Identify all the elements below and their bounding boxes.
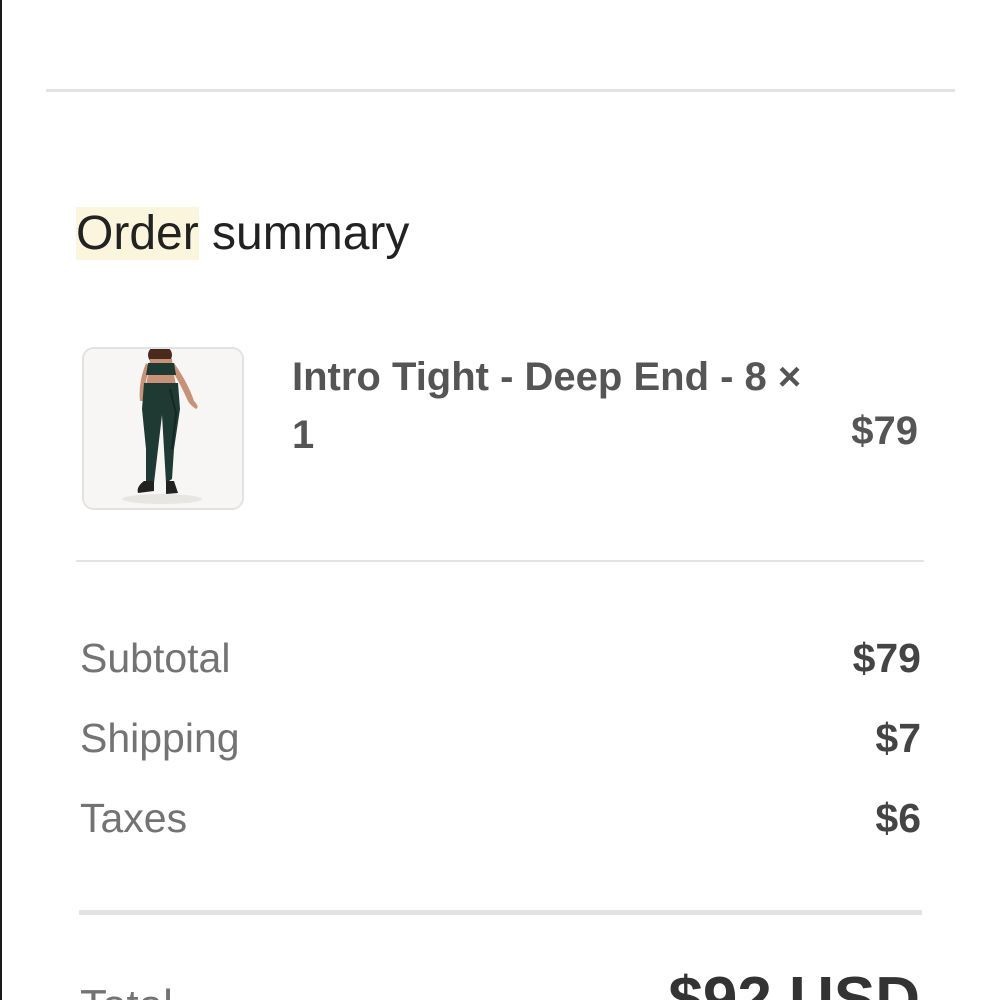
top-divider — [46, 89, 955, 92]
shipping-value: $7 — [875, 715, 921, 761]
window-edge — [0, 0, 2, 1000]
order-summary-heading-rest: summary — [198, 207, 410, 260]
checkout-page: Order summary Intro Tight - Deep End - 8… — [0, 0, 1000, 1000]
product-thumbnail — [82, 347, 244, 510]
subtotal-value: $79 — [852, 635, 921, 681]
product-name: Intro Tight - Deep End - 8 × 1 — [292, 355, 802, 457]
total-label: Total — [80, 976, 173, 1000]
product-price: $79 — [851, 409, 918, 453]
order-summary-heading-highlight: Order — [76, 207, 199, 260]
subtotal-row: Subtotal $79 — [80, 628, 921, 688]
shipping-label: Shipping — [80, 715, 240, 761]
subtotal-label: Subtotal — [80, 635, 231, 681]
order-summary-heading: Order summary — [76, 200, 409, 268]
taxes-row: Taxes $6 — [80, 788, 921, 848]
totals-divider — [79, 910, 922, 915]
item-divider — [76, 560, 924, 562]
taxes-value: $6 — [875, 795, 921, 841]
leggings-model-icon — [84, 349, 242, 508]
taxes-label: Taxes — [80, 795, 188, 841]
shipping-row: Shipping $7 — [80, 708, 921, 768]
total-value: $92 USD — [668, 965, 920, 1000]
